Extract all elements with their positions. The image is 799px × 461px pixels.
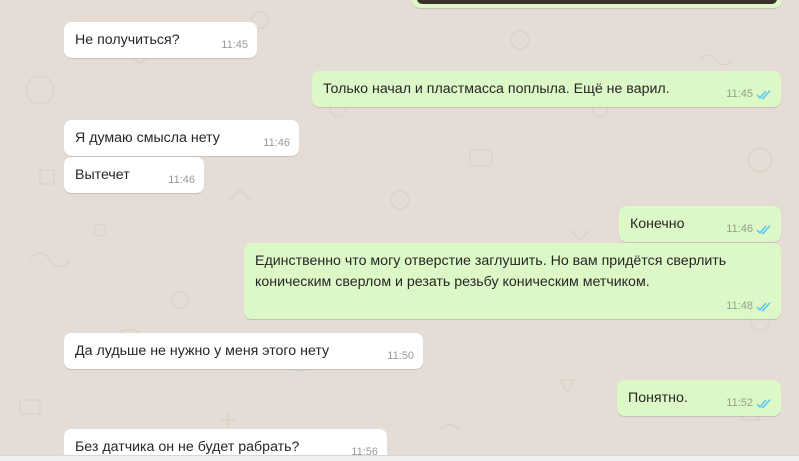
message-outgoing[interactable]: Понятно. 11:52 — [617, 380, 781, 416]
message-time: 11:46 — [168, 174, 195, 186]
message-outgoing[interactable]: Единственно что могу отверстие заглушить… — [244, 243, 781, 319]
double-check-icon — [756, 301, 772, 312]
message-time: 11:46 — [263, 137, 290, 149]
message-text: Да лудьше не нужно у меня этого нету — [75, 343, 330, 359]
message-meta: 11:50 — [387, 349, 414, 364]
message-time: 11:50 — [387, 350, 414, 362]
message-outgoing[interactable]: Только начал и пластмасса поплыла. Ещё н… — [312, 71, 781, 107]
message-meta: 11:46 — [726, 222, 772, 237]
message-time: 11:46 — [726, 223, 753, 235]
chat-panel: Не получиться? 11:45 Только начал и плас… — [0, 0, 799, 461]
message-time: 11:45 — [726, 88, 753, 100]
image-thumbnail[interactable] — [417, 0, 777, 4]
message-text: Только начал и пластмасса поплыла. Ещё н… — [323, 81, 670, 97]
composer-edge — [0, 455, 799, 461]
double-check-icon — [756, 224, 772, 235]
image-message-bottom-edge[interactable] — [412, 0, 782, 8]
message-meta: 11:46 — [168, 173, 195, 188]
message-time: 11:45 — [221, 39, 248, 51]
message-meta: 11:45 — [221, 38, 248, 53]
message-incoming[interactable]: Я думаю смысла нету 11:46 — [64, 120, 299, 156]
message-meta: 11:46 — [263, 136, 290, 151]
message-outgoing[interactable]: Конечно 11:46 — [619, 206, 781, 242]
message-time: 11:48 — [726, 300, 753, 312]
message-incoming[interactable]: Да лудьше не нужно у меня этого нету 11:… — [64, 333, 423, 369]
message-incoming[interactable]: Не получиться? 11:45 — [64, 22, 257, 58]
double-check-icon — [756, 398, 772, 409]
message-text: Я думаю смысла нету — [75, 130, 220, 146]
message-incoming[interactable]: Вытечет 11:46 — [64, 157, 204, 193]
message-meta: 11:48 — [726, 299, 772, 314]
message-meta: 11:45 — [726, 87, 772, 102]
message-time: 11:52 — [726, 397, 753, 409]
double-check-icon — [756, 89, 772, 100]
message-meta: 11:52 — [726, 396, 772, 411]
message-text: Единственно что могу отверстие заглушить… — [255, 253, 731, 290]
